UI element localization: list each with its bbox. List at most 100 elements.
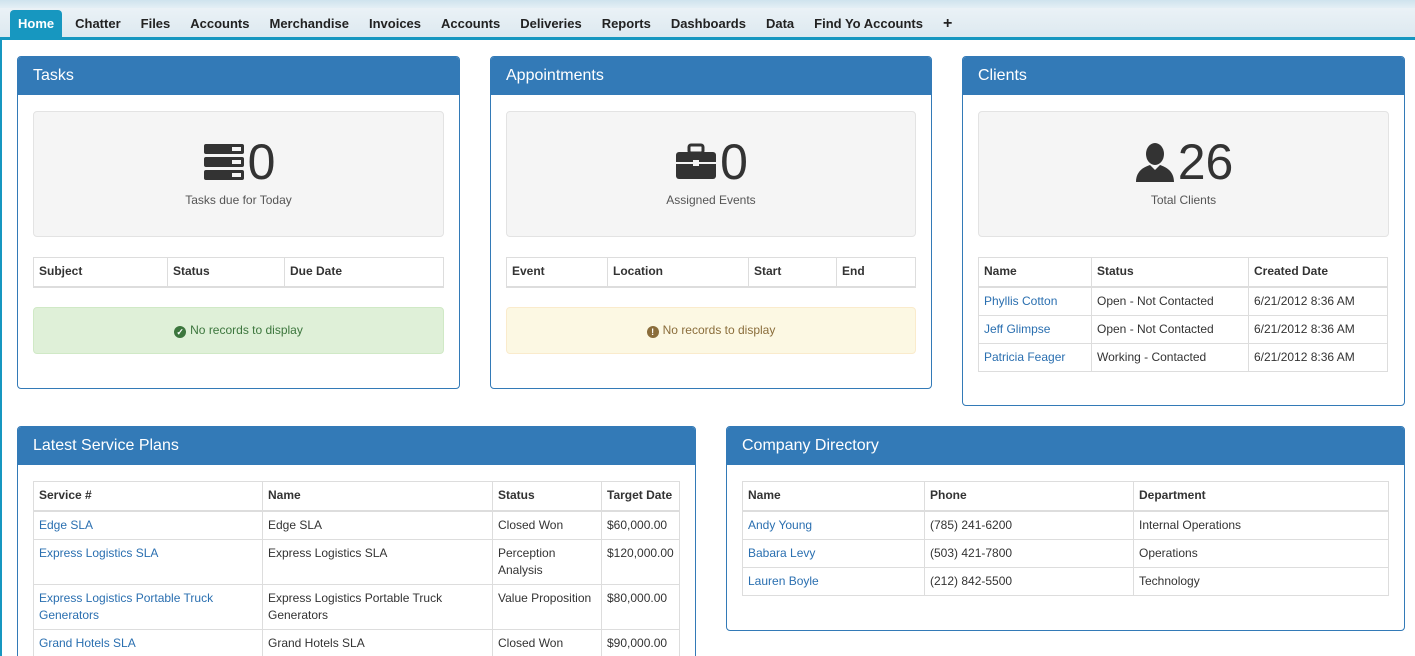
clients-summary: 26 Total Clients <box>978 111 1389 237</box>
tab-invoices[interactable]: Invoices <box>359 10 431 37</box>
clients-title: Clients <box>963 57 1404 95</box>
service-plans-title: Latest Service Plans <box>18 427 695 465</box>
client-name-link[interactable]: Patricia Feager <box>984 350 1065 364</box>
client-name-link[interactable]: Jeff Glimpse <box>984 322 1050 336</box>
tabs: Home Chatter Files Accounts Merchandise … <box>10 10 962 37</box>
table-row: Babara Levy (503) 421-7800 Operations <box>742 538 1389 568</box>
employee-name-link[interactable]: Lauren Boyle <box>748 574 819 588</box>
appointments-summary: 0 Assigned Events <box>506 111 916 237</box>
appointments-count: 0 <box>720 134 748 190</box>
tasks-icon <box>202 142 248 182</box>
table-row: Andy Young (785) 241-6200 Internal Opera… <box>742 510 1389 540</box>
employee-department: Technology <box>1133 566 1389 596</box>
client-created-date: 6/21/2012 8:36 AM <box>1248 342 1388 372</box>
tab-data[interactable]: Data <box>756 10 804 37</box>
service-number-link[interactable]: Express Logistics SLA <box>39 546 158 560</box>
column-header[interactable]: Start <box>748 257 837 288</box>
service-plans-table: Service # Name Status Target Date Edge S… <box>33 481 680 656</box>
service-plans-panel: Latest Service Plans Service # Name Stat… <box>17 426 696 656</box>
tab-bar-top <box>0 0 1415 8</box>
tasks-summary: 0 Tasks due for Today <box>33 111 444 237</box>
appointments-caption: Assigned Events <box>666 193 756 207</box>
tab-chatter[interactable]: Chatter <box>65 10 131 37</box>
service-target-date: $90,000.00 <box>601 628 680 656</box>
client-status: Working - Contacted <box>1091 342 1249 372</box>
service-number-link[interactable]: Edge SLA <box>39 518 93 532</box>
tab-files[interactable]: Files <box>131 10 181 37</box>
tab-bar: Home Chatter Files Accounts Merchandise … <box>0 0 1415 40</box>
table-row: Grand Hotels SLA Grand Hotels SLA Closed… <box>33 628 680 656</box>
table-row: Express Logistics Portable Truck Generat… <box>33 583 680 630</box>
client-created-date: 6/21/2012 8:36 AM <box>1248 314 1388 344</box>
employee-phone: (785) 241-6200 <box>924 510 1134 540</box>
employee-name-link[interactable]: Babara Levy <box>748 546 815 560</box>
client-status: Open - Not Contacted <box>1091 286 1249 316</box>
employee-department: Operations <box>1133 538 1389 568</box>
column-header[interactable]: Target Date <box>601 481 680 512</box>
tab-accounts[interactable]: Accounts <box>180 10 259 37</box>
table-row: Lauren Boyle (212) 842-5500 Technology <box>742 566 1389 596</box>
clients-panel: Clients 26 Total Clients Name Status Cre… <box>962 56 1405 406</box>
column-header[interactable]: End <box>836 257 916 288</box>
table-row: Patricia Feager Working - Contacted 6/21… <box>978 342 1388 372</box>
tab-dashboards[interactable]: Dashboards <box>661 10 756 37</box>
employee-phone: (212) 842-5500 <box>924 566 1134 596</box>
service-target-date: $80,000.00 <box>601 583 680 630</box>
service-target-date: $60,000.00 <box>601 510 680 540</box>
column-header[interactable]: Department <box>1133 481 1389 512</box>
tab-find-yo-accounts[interactable]: Find Yo Accounts <box>804 10 933 37</box>
appointments-title: Appointments <box>491 57 931 95</box>
column-header[interactable]: Subject <box>33 257 168 288</box>
check-circle-icon: ✓ <box>174 326 187 338</box>
tab-deliveries[interactable]: Deliveries <box>510 10 591 37</box>
tab-reports[interactable]: Reports <box>592 10 661 37</box>
table-row: Express Logistics SLA Express Logistics … <box>33 538 680 585</box>
user-icon <box>1134 141 1178 183</box>
company-directory-title: Company Directory <box>727 427 1404 465</box>
tasks-count: 0 <box>247 134 276 190</box>
appointments-panel: Appointments 0 Assigned Events Event Loc… <box>490 56 932 389</box>
tab-home[interactable]: Home <box>10 10 63 37</box>
column-header[interactable]: Status <box>167 257 285 288</box>
tab-merchandise[interactable]: Merchandise <box>260 10 359 37</box>
table-row: Edge SLA Edge SLA Closed Won $60,000.00 <box>33 510 680 540</box>
appointments-empty-alert: ! No records to display <box>506 307 916 354</box>
client-name-link[interactable]: Phyllis Cotton <box>984 294 1057 308</box>
column-header[interactable]: Service # <box>33 481 263 512</box>
column-header[interactable]: Created Date <box>1248 257 1388 288</box>
service-name: Express Logistics SLA <box>262 538 493 585</box>
clients-table: Name Status Created Date Phyllis Cotton … <box>978 257 1388 372</box>
service-name: Grand Hotels SLA <box>262 628 493 656</box>
service-status: Value Proposition <box>492 583 602 630</box>
directory-table: Name Phone Department Andy Young (785) 2… <box>742 481 1389 596</box>
service-name: Express Logistics Portable Truck Generat… <box>262 583 493 630</box>
service-status: Perception Analysis <box>492 538 602 585</box>
column-header[interactable]: Location <box>607 257 749 288</box>
tab-accounts-2[interactable]: Accounts <box>431 10 510 37</box>
column-header[interactable]: Name <box>262 481 493 512</box>
service-status: Closed Won <box>492 510 602 540</box>
service-number-link[interactable]: Express Logistics Portable Truck Generat… <box>39 591 213 622</box>
column-header[interactable]: Name <box>742 481 925 512</box>
column-header[interactable]: Due Date <box>284 257 444 288</box>
tasks-caption: Tasks due for Today <box>185 193 292 207</box>
column-header[interactable]: Event <box>506 257 608 288</box>
table-row: Jeff Glimpse Open - Not Contacted 6/21/2… <box>978 314 1388 344</box>
add-tab-button[interactable]: + <box>933 10 962 37</box>
tasks-panel: Tasks 0 Tasks due for Today Subject Stat… <box>17 56 460 389</box>
left-edge <box>0 40 2 656</box>
employee-department: Internal Operations <box>1133 510 1389 540</box>
employee-phone: (503) 421-7800 <box>924 538 1134 568</box>
service-status: Closed Won <box>492 628 602 656</box>
tasks-empty-alert: ✓ No records to display <box>33 307 444 354</box>
column-header[interactable]: Phone <box>924 481 1134 512</box>
company-directory-panel: Company Directory Name Phone Department … <box>726 426 1405 631</box>
column-header[interactable]: Status <box>492 481 602 512</box>
column-header[interactable]: Status <box>1091 257 1249 288</box>
service-number-link[interactable]: Grand Hotels SLA <box>39 636 136 650</box>
employee-name-link[interactable]: Andy Young <box>748 518 812 532</box>
column-header[interactable]: Name <box>978 257 1092 288</box>
appointments-table: Event Location Start End <box>506 257 916 288</box>
client-created-date: 6/21/2012 8:36 AM <box>1248 286 1388 316</box>
client-status: Open - Not Contacted <box>1091 314 1249 344</box>
